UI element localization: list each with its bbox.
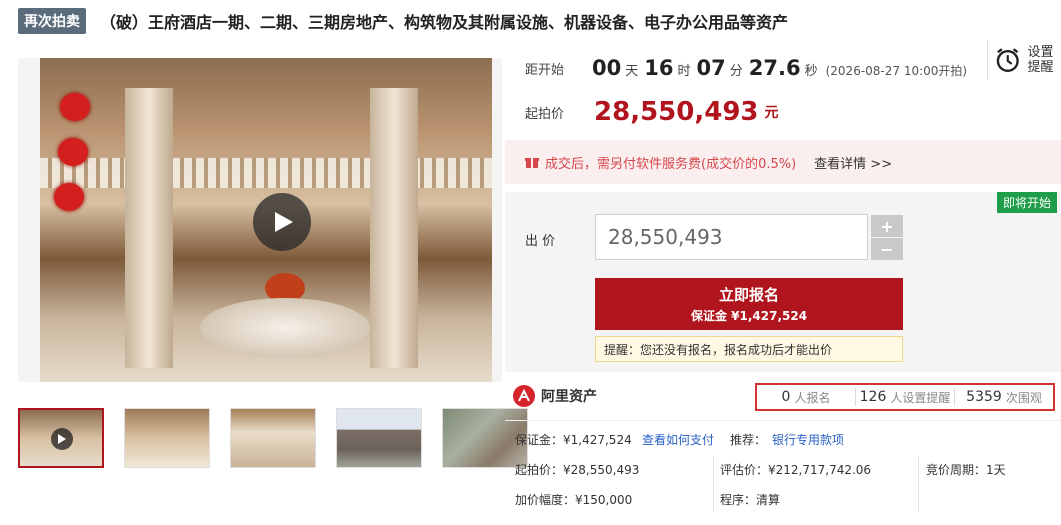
minutes-unit: 分 [729, 64, 743, 79]
set-reminder-button[interactable]: 设置提醒 [987, 40, 1057, 80]
reminder-label: 设置提醒 [1027, 45, 1054, 75]
column-divider [713, 456, 714, 512]
starting-price-value: 28,550,493 [594, 97, 759, 127]
balcony [40, 158, 492, 188]
thumbnail-video[interactable] [18, 408, 104, 468]
stat-label: 次围观 [1005, 390, 1042, 405]
bidding-cycle-info: 竞价周期：1天 [926, 463, 1006, 477]
starting-price-row: 起拍价 28,550,493 元 [505, 92, 779, 132]
stat-views: 5359 次围观 [955, 388, 1053, 406]
bid-amount-input[interactable]: 28,550,493 [595, 214, 868, 260]
stat-signups: 0 人报名 [757, 388, 856, 406]
status-badge: 即将开始 [997, 192, 1058, 213]
fountain [200, 298, 370, 358]
page-header: 再次拍卖 （破）王府酒店一期、二期、三期房地产、构筑物及其附属设施、机器设备、电… [18, 8, 788, 34]
column-divider [918, 456, 919, 512]
minutes-value: 07 [696, 56, 726, 80]
play-video-button[interactable] [253, 193, 311, 251]
register-now-button[interactable]: 立即报名 保证金 ¥1,427,524 [595, 278, 903, 330]
view-details-link[interactable]: 查看详情 >> [814, 153, 892, 172]
brand-name: 阿里资产 [541, 389, 597, 405]
how-to-pay-link[interactable]: 查看如何支付 [642, 431, 714, 448]
stat-label: 人报名 [794, 390, 831, 405]
brand-row: 阿里资产 [513, 382, 597, 410]
stat-label: 人设置提醒 [890, 390, 951, 405]
bid-panel: 出 价 28,550,493 + − 立即报名 保证金 ¥1,427,524 提… [505, 192, 1061, 372]
increment-info: 加价幅度：¥150,000 [515, 493, 633, 507]
main-media[interactable] [18, 58, 502, 382]
countdown-timer: 00 天 16 时 07 分 27.6 秒 (2026-08-27 10:00开… [592, 56, 967, 80]
page-title: （破）王府酒店一期、二期、三期房地产、构筑物及其附属设施、机器设备、电子办公用品… [100, 13, 789, 32]
currency-unit: 元 [764, 105, 779, 121]
pillar-right [370, 88, 418, 368]
stat-value: 5359 [966, 389, 1002, 405]
starting-price-label: 起拍价 [525, 106, 565, 122]
countdown-label: 距开始 [525, 62, 565, 78]
bid-label: 出 价 [525, 234, 556, 249]
start-time: (2026-08-27 10:00开拍) [825, 64, 968, 78]
red-lantern [60, 93, 90, 121]
lobby-photo [40, 58, 492, 382]
ali-asset-logo-icon [513, 385, 535, 407]
notice-text: 成交后，需另付软件服务费(成交价的0.5%) [545, 156, 797, 172]
play-icon [51, 428, 73, 450]
deposit-info: 保证金：¥1,427,524 [515, 433, 632, 447]
recommend-label: 推荐： [730, 433, 767, 447]
stat-reminders: 126 人设置提醒 [856, 388, 955, 406]
bank-payment-link[interactable]: 银行专用款项 [772, 431, 844, 448]
thumbnail-image[interactable] [124, 408, 210, 468]
red-lantern [54, 183, 84, 211]
assessed-price-info: 评估价：¥212,717,742.06 [720, 463, 872, 477]
service-fee-notice: 成交后，需另付软件服务费(成交价的0.5%) 查看详情 >> [505, 140, 1061, 184]
divider [505, 420, 1061, 421]
stats-box: 0 人报名 126 人设置提醒 5359 次围观 [755, 383, 1055, 411]
thumbnail-image[interactable] [336, 408, 422, 468]
hours-unit: 时 [677, 64, 691, 79]
hours-value: 16 [644, 56, 674, 80]
pillar-left [125, 88, 173, 368]
start-price-info: 起拍价：¥28,550,493 [515, 463, 640, 477]
play-icon [275, 212, 293, 232]
days-value: 00 [592, 56, 622, 80]
red-lantern [58, 138, 88, 166]
thumbnail-image[interactable] [230, 408, 316, 468]
seconds-unit: 秒 [804, 64, 818, 79]
seconds-value: 27.6 [748, 56, 801, 80]
days-unit: 天 [625, 64, 639, 79]
decrease-bid-button[interactable]: − [871, 238, 903, 260]
register-label: 立即报名 [718, 286, 779, 304]
deposit-label: 保证金 ¥1,427,524 [690, 309, 808, 323]
alarm-clock-icon [996, 48, 1019, 72]
re-auction-badge: 再次拍卖 [18, 8, 86, 34]
increase-bid-button[interactable]: + [871, 215, 903, 237]
stat-value: 126 [859, 389, 887, 405]
stat-value: 0 [781, 389, 791, 405]
gift-icon [525, 158, 539, 168]
procedure-info: 程序：清算 [720, 493, 781, 507]
signup-reminder-tip: 提醒：您还没有报名，报名成功后才能出价 [595, 336, 903, 362]
countdown-row: 距开始 00 天 16 时 07 分 27.6 秒 (2026-08-27 10… [505, 40, 1061, 96]
thumbnail-strip [18, 408, 528, 468]
